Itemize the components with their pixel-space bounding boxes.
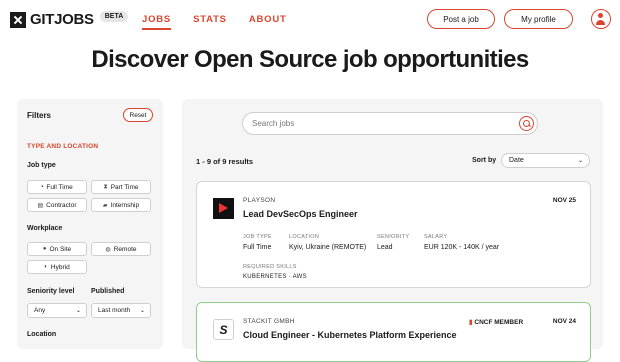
location-label: Location: [27, 331, 57, 338]
job-date: NOV 25: [552, 197, 576, 204]
post-job-button[interactable]: Post a job: [427, 9, 495, 29]
seniority-label: Seniority level: [27, 288, 75, 295]
job-card[interactable]: PLAYSON Lead DevSecOps Engineer NOV 25 J…: [196, 181, 591, 288]
skills-value: KUBERNETES · AWS: [243, 274, 307, 280]
skills-label: REQUIRED SKILLS: [243, 264, 297, 270]
sort-label: Sort by: [472, 157, 497, 164]
main-nav: JOBS STATS ABOUT: [142, 14, 287, 30]
chevron-down-icon: ⌄: [577, 158, 583, 164]
my-profile-button[interactable]: My profile: [504, 9, 573, 29]
job-type-part-time[interactable]: ⧗ Part Time: [91, 180, 151, 194]
seniority-detail-value: Lead: [377, 244, 393, 251]
graduation-icon: ▰: [102, 202, 108, 209]
workplace-label: Workplace: [27, 225, 63, 232]
job-card[interactable]: S STACKIT GMBH Cloud Engineer - Kubernet…: [196, 302, 591, 362]
filters-title: Filters: [27, 111, 52, 120]
salary-detail-value: EUR 120K - 140K / year: [424, 244, 500, 251]
briefcase-icon: ▪: [41, 184, 44, 190]
published-label: Published: [91, 288, 125, 295]
company-name: PLAYSON: [243, 197, 276, 204]
gitjobs-logo[interactable]: GITJOBS BETA: [10, 11, 129, 28]
published-select[interactable]: Last month ⌄: [91, 303, 151, 318]
nav-stats[interactable]: STATS: [193, 14, 227, 30]
chevron-down-icon: ⌄: [75, 308, 81, 314]
job-type-internship[interactable]: ▰ Internship: [91, 198, 151, 212]
stackit-logo-icon: S: [213, 319, 234, 340]
company-name: STACKIT GMBH: [243, 318, 295, 325]
job-type-full-time[interactable]: ▪ Full Time: [27, 180, 87, 194]
globe-icon: ◍: [105, 246, 111, 253]
logo-mark-icon: [10, 11, 26, 28]
job-title: Cloud Engineer - Kubernetes Platform Exp…: [243, 330, 457, 340]
job-type-contractor[interactable]: ▤ Contractor: [27, 198, 87, 212]
hybrid-icon: ◐: [44, 264, 48, 270]
results-count: 1 - 9 of 9 results: [196, 157, 254, 166]
location-pin-icon: ●: [42, 246, 47, 252]
job-title: Lead DevSecOps Engineer: [243, 209, 358, 219]
contract-icon: ▤: [37, 202, 44, 209]
ribbon-icon: ▮: [469, 319, 473, 326]
sort-select[interactable]: Date ⌄: [501, 153, 590, 168]
seniority-select[interactable]: Any ⌄: [27, 303, 87, 318]
filters-panel: Filters Reset TYPE AND LOCATION Job type…: [17, 99, 163, 349]
job-type-label: Job type: [27, 162, 56, 169]
chevron-down-icon: ⌄: [139, 308, 145, 314]
workplace-remote[interactable]: ◍ Remote: [91, 242, 151, 256]
search-input[interactable]: Search jobs: [242, 112, 538, 135]
section-type-location: TYPE AND LOCATION: [27, 143, 99, 150]
hourglass-icon: ⧗: [103, 183, 108, 190]
top-header: GITJOBS BETA JOBS STATS ABOUT Post a job…: [0, 0, 620, 38]
salary-detail-label: SALARY: [424, 234, 448, 240]
seniority-detail-label: SENIORITY: [377, 234, 410, 240]
job-date: NOV 24: [552, 318, 576, 325]
user-avatar-icon[interactable]: [591, 9, 611, 29]
reset-button[interactable]: Reset: [123, 108, 153, 122]
job-type-detail-value: Full Time: [243, 244, 272, 251]
cncf-member-badge: ▮ CNCF MEMBER: [469, 319, 524, 326]
beta-badge: BETA: [99, 11, 129, 22]
page-title: Discover Open Source job opportunities: [91, 46, 529, 73]
search-icon[interactable]: [519, 116, 534, 131]
workplace-hybrid[interactable]: ◐ Hybrid: [27, 260, 87, 274]
workplace-on-site[interactable]: ● On Site: [27, 242, 87, 256]
logo-text: GITJOBS: [30, 11, 94, 28]
playson-logo-icon: [213, 198, 234, 219]
location-detail-label: LOCATION: [289, 234, 320, 240]
jobs-main-panel: Search jobs 1 - 9 of 9 results Sort by D…: [182, 99, 603, 362]
job-type-detail-label: JOB TYPE: [243, 234, 272, 240]
nav-about[interactable]: ABOUT: [249, 14, 287, 30]
nav-jobs[interactable]: JOBS: [142, 14, 172, 30]
location-detail-value: Kyiv, Ukraine (REMOTE): [289, 244, 367, 251]
